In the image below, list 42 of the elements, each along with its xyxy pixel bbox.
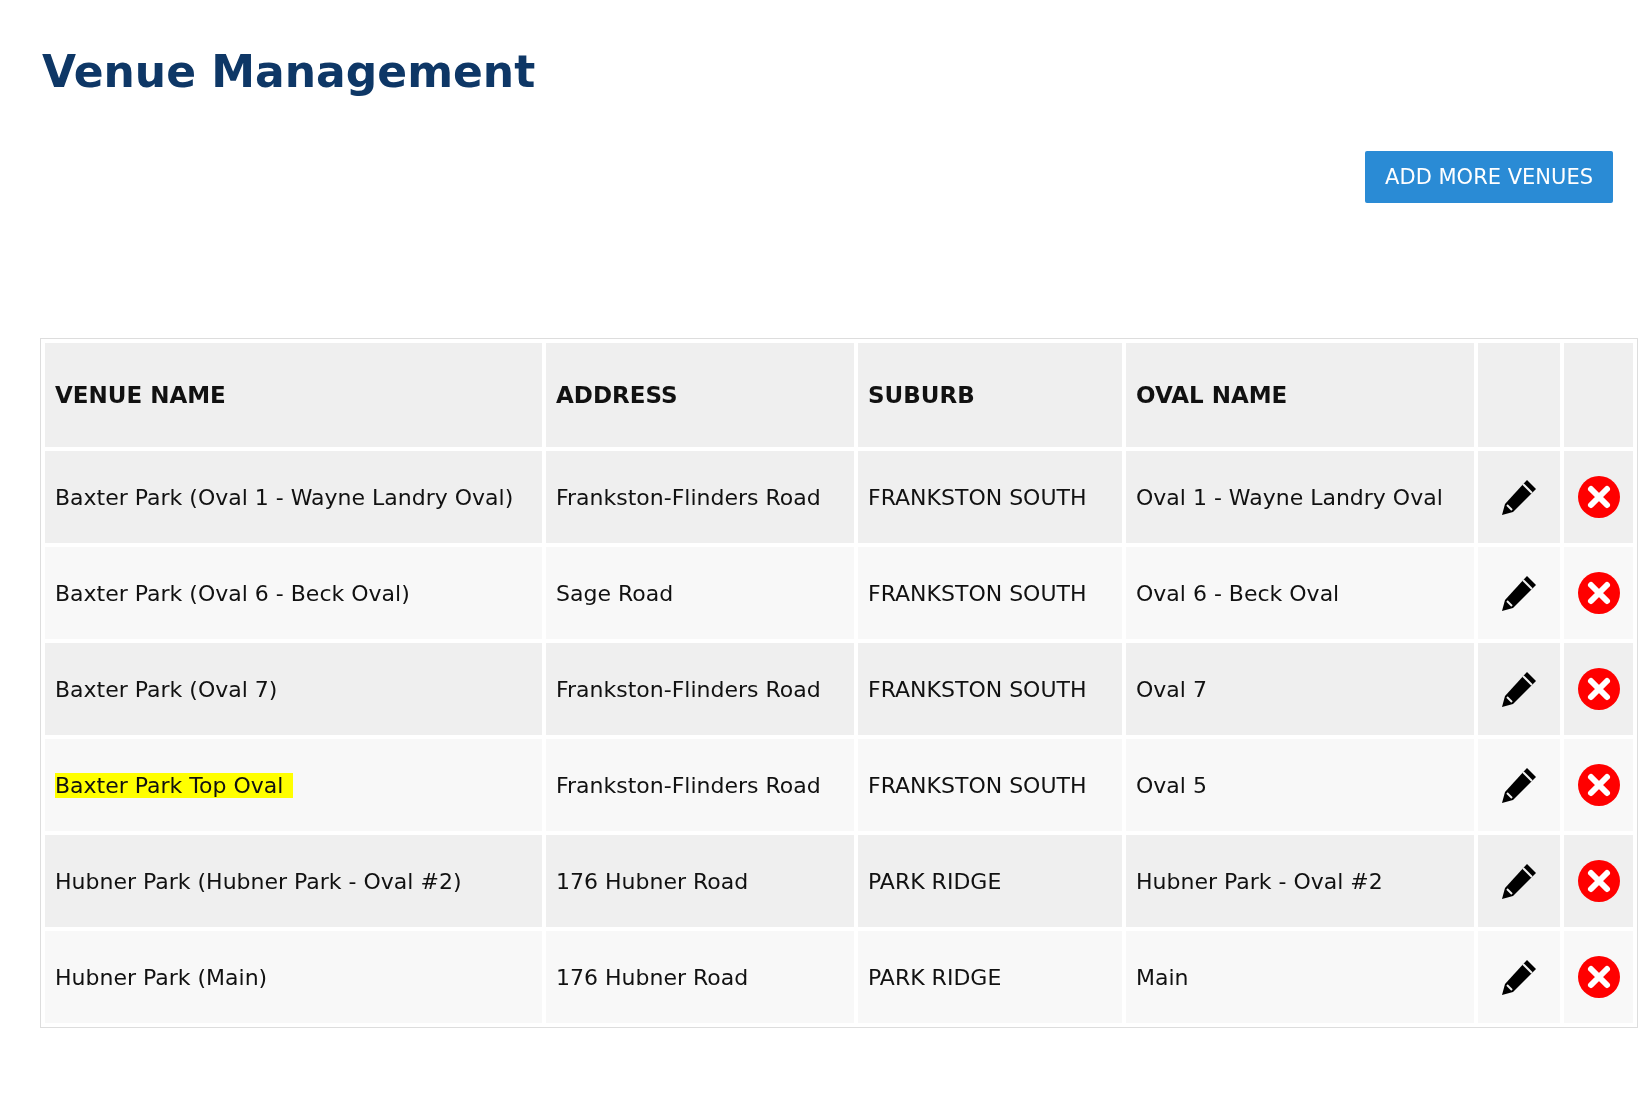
column-header: OVAL NAME [1126, 343, 1474, 447]
table-cell: Main [1126, 931, 1474, 1023]
venue-name-text: Baxter Park (Oval 1 - Wayne Landry Oval) [55, 484, 514, 510]
venue-name-text: Hubner Park (Main) [55, 964, 268, 990]
edit-icon[interactable] [1499, 669, 1539, 709]
column-header: SUBURB [858, 343, 1122, 447]
add-venues-button[interactable]: ADD MORE VENUES [1365, 151, 1613, 203]
column-header: ADDRESS [546, 343, 854, 447]
table-cell: Frankston-Flinders Road [546, 643, 854, 735]
venue-name-text: Baxter Park (Oval 6 - Beck Oval) [55, 580, 410, 606]
table-cell: FRANKSTON SOUTH [858, 739, 1122, 831]
delete-icon[interactable] [1577, 956, 1620, 998]
table-cell: PARK RIDGE [858, 931, 1122, 1023]
venue-name-text: Baxter Park Top Oval [55, 772, 294, 798]
edit-icon[interactable] [1499, 765, 1539, 805]
table-cell: PARK RIDGE [858, 835, 1122, 927]
table-cell: Frankston-Flinders Road [546, 451, 854, 543]
delete-icon[interactable] [1577, 764, 1620, 806]
table-cell: Oval 7 [1126, 643, 1474, 735]
table-cell: FRANKSTON SOUTH [858, 643, 1122, 735]
venue-name-text: Hubner Park (Hubner Park - Oval #2) [55, 868, 462, 894]
delete-icon[interactable] [1577, 860, 1620, 902]
delete-icon[interactable] [1577, 476, 1620, 518]
delete-icon[interactable] [1577, 572, 1620, 614]
table-cell: FRANKSTON SOUTH [858, 547, 1122, 639]
venue-name-text: Baxter Park (Oval 7) [55, 676, 278, 702]
edit-icon[interactable] [1499, 957, 1539, 997]
edit-icon[interactable] [1499, 573, 1539, 613]
table-cell: Hubner Park - Oval #2 [1126, 835, 1474, 927]
table-cell: Oval 6 - Beck Oval [1126, 547, 1474, 639]
column-header: VENUE NAME [45, 343, 542, 447]
page-title: Venue Management [42, 45, 537, 99]
table-cell: Frankston-Flinders Road [546, 739, 854, 831]
table-cell: Oval 1 - Wayne Landry Oval [1126, 451, 1474, 543]
table-cell: Oval 5 [1126, 739, 1474, 831]
edit-icon[interactable] [1499, 861, 1539, 901]
table-cell: FRANKSTON SOUTH [858, 451, 1122, 543]
edit-icon[interactable] [1499, 477, 1539, 517]
table-cell: Sage Road [546, 547, 854, 639]
table-cell: 176 Hubner Road [546, 931, 854, 1023]
delete-icon[interactable] [1577, 668, 1620, 710]
table-cell: 176 Hubner Road [546, 835, 854, 927]
